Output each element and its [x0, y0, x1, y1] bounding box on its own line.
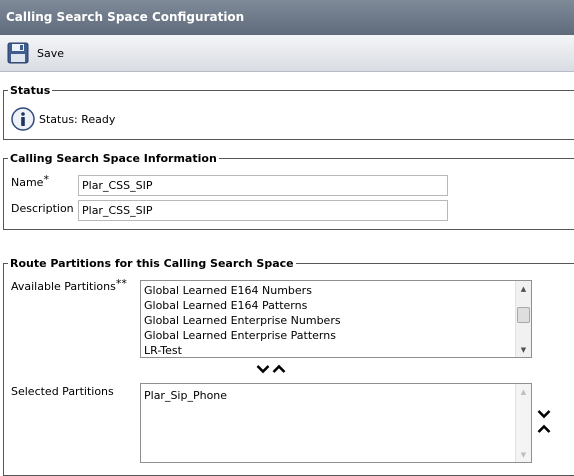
available-scrollbar[interactable]: ▲ ▼: [515, 281, 531, 357]
status-section: Status: [3, 84, 574, 140]
list-item[interactable]: Global Learned Enterprise Patterns: [144, 328, 513, 343]
selected-scrollbar[interactable]: ▲ ▼: [515, 384, 531, 462]
scroll-up-icon[interactable]: ▲: [516, 281, 531, 296]
list-item[interactable]: Global Learned Enterprise Numbers: [144, 313, 513, 328]
save-button[interactable]: Save: [7, 41, 64, 65]
description-field[interactable]: Plar_CSS_SIP: [78, 200, 448, 221]
list-item[interactable]: LR-Test: [144, 343, 513, 357]
move-down-arrow-icon[interactable]: [256, 364, 270, 377]
name-label: Name*: [11, 173, 49, 189]
selected-partitions-label: Selected Partitions: [11, 385, 114, 398]
available-partitions-label: Available Partitions**: [11, 277, 127, 293]
list-item[interactable]: Global Learned E164 Numbers: [144, 283, 513, 298]
status-text: Status: Ready: [39, 113, 116, 126]
scroll-down-icon[interactable]: ▼: [516, 342, 531, 357]
css-info-legend: Calling Search Space Information: [10, 152, 217, 165]
scroll-thumb[interactable]: [517, 307, 530, 323]
list-item[interactable]: Plar_Sip_Phone: [144, 388, 513, 403]
required-marker: *: [43, 173, 49, 186]
available-partitions-list[interactable]: Global Learned E164 Numbers Global Learn…: [140, 280, 532, 358]
save-label: Save: [37, 46, 65, 60]
order-up-arrow-icon[interactable]: [537, 424, 551, 437]
info-icon: [11, 107, 35, 131]
name-field[interactable]: Plar_CSS_SIP: [78, 175, 448, 196]
route-partitions-legend: Route Partitions for this Calling Search…: [10, 257, 294, 270]
floppy-disk-icon: [7, 42, 29, 64]
page-title: Calling Search Space Configuration: [0, 0, 574, 35]
toolbar: Save: [0, 35, 574, 72]
status-legend: Status: [10, 84, 51, 97]
scroll-down-icon[interactable]: ▼: [516, 447, 531, 462]
selected-partitions-list[interactable]: Plar_Sip_Phone ▲ ▼: [140, 383, 532, 463]
scroll-up-icon[interactable]: ▲: [516, 384, 531, 399]
move-up-arrow-icon[interactable]: [272, 364, 286, 377]
order-down-arrow-icon[interactable]: [537, 409, 551, 422]
list-item[interactable]: Global Learned E164 Patterns: [144, 298, 513, 313]
description-label: Description: [11, 202, 74, 215]
required-marker: **: [115, 277, 127, 290]
